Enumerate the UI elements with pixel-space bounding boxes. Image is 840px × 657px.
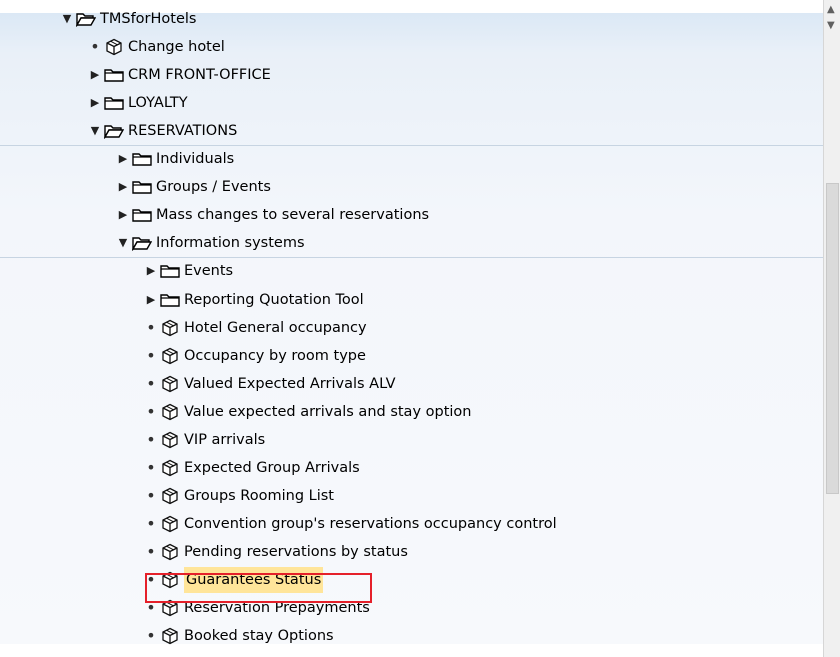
cube-icon xyxy=(160,487,180,505)
bullet-icon: • xyxy=(146,457,156,477)
bullet-icon: • xyxy=(146,485,156,505)
folder-icon xyxy=(160,291,180,309)
bullet-icon: • xyxy=(146,541,156,561)
tree-node-groups-events[interactable]: ▶ Groups / Events xyxy=(116,174,271,200)
tree-node-label: Groups / Events xyxy=(156,179,271,196)
tree-node-convention-group-s-reservations-occupancy-control[interactable]: • Convention group's reservations occupan… xyxy=(144,511,557,537)
tree-node-label: Reporting Quotation Tool xyxy=(184,291,364,308)
caret-down-icon[interactable]: ▼ xyxy=(60,6,74,32)
caret-right-icon[interactable]: ▶ xyxy=(88,62,102,88)
tree-node-label: Change hotel xyxy=(128,39,225,56)
cube-icon xyxy=(160,403,180,421)
cube-icon xyxy=(160,515,180,533)
bullet-icon: • xyxy=(146,345,156,365)
folder-open-icon xyxy=(132,234,152,252)
tree-node-hotel-general-occupancy[interactable]: • Hotel General occupancy xyxy=(144,315,367,341)
scroll-down-arrow-icon[interactable]: ▼ xyxy=(827,20,835,31)
tree-node-label: Valued Expected Arrivals ALV xyxy=(184,375,396,392)
tree-node-label: Occupancy by room type xyxy=(184,347,366,364)
tree-node-loyalty[interactable]: ▶ LOYALTY xyxy=(88,90,188,116)
tree-node-label: TMSforHotels xyxy=(100,11,197,27)
folder-icon xyxy=(132,206,152,224)
tree-node-label: Convention group's reservations occupanc… xyxy=(184,515,557,532)
tree-node-label: Events xyxy=(184,263,234,280)
cube-icon xyxy=(160,543,180,561)
bullet-icon: • xyxy=(146,429,156,449)
cube-icon xyxy=(160,627,180,645)
cube-icon xyxy=(160,431,180,449)
tree-node-groups-rooming-list[interactable]: • Groups Rooming List xyxy=(144,483,334,509)
tree-node-expected-group-arrivals[interactable]: • Expected Group Arrivals xyxy=(144,455,360,481)
tree-node-reporting-quotation-tool[interactable]: ▶ Reporting Quotation Tool xyxy=(144,287,364,313)
folder-icon xyxy=(104,94,124,112)
caret-right-icon[interactable]: ▶ xyxy=(144,258,158,284)
tree-node-reservations[interactable]: ▼ RESERVATIONS xyxy=(88,118,237,144)
tree-node-label: CRM FRONT-OFFICE xyxy=(128,67,271,84)
tree-node-label: RESERVATIONS xyxy=(128,123,238,140)
tree-node-label: Value expected arrivals and stay option xyxy=(184,403,472,420)
folder-icon xyxy=(132,178,152,196)
cube-icon xyxy=(160,319,180,337)
cube-icon xyxy=(160,459,180,477)
cube-icon xyxy=(104,38,124,56)
folder-icon xyxy=(160,262,180,280)
tree-node-crm-front-office[interactable]: ▶ CRM FRONT-OFFICE xyxy=(88,62,271,88)
scrollbar-thumb[interactable] xyxy=(826,183,839,494)
tree-node-vip-arrivals[interactable]: • VIP arrivals xyxy=(144,427,265,453)
tree-node-pending-reservations-by-status[interactable]: • Pending reservations by status xyxy=(144,539,408,565)
tree-node-value-expected-arrivals-and-stay-option[interactable]: • Value expected arrivals and stay option xyxy=(144,399,472,425)
tree-node-occupancy-by-room-type[interactable]: • Occupancy by room type xyxy=(144,343,366,369)
tree-node-label: LOYALTY xyxy=(128,95,188,112)
highlight-box xyxy=(145,573,372,603)
scroll-up-arrow-icon[interactable]: ▲ xyxy=(827,4,835,15)
tree-node-tmsforhotels[interactable]: ▼ TMSforHotels xyxy=(60,6,196,32)
cube-icon xyxy=(160,375,180,393)
menu-tree: ▼ TMSforHotels • Change hotel ▶ CRM FRONT-OFF… xyxy=(0,0,823,657)
tree-node-mass-changes-to-several-reservations[interactable]: ▶ Mass changes to several reservations xyxy=(116,202,429,228)
tree-node-valued-expected-arrivals-alv[interactable]: • Valued Expected Arrivals ALV xyxy=(144,371,396,397)
bullet-icon: • xyxy=(146,401,156,421)
caret-right-icon[interactable]: ▶ xyxy=(88,90,102,116)
bullet-icon: • xyxy=(146,373,156,393)
tree-node-booked-stay-options[interactable]: • Booked stay Options xyxy=(144,623,334,649)
tree-node-label: Booked stay Options xyxy=(184,628,334,645)
tree-node-label: Mass changes to several reservations xyxy=(156,207,430,224)
caret-right-icon[interactable]: ▶ xyxy=(116,174,130,200)
tree-node-label: VIP arrivals xyxy=(184,431,266,448)
tree-node-label: Individuals xyxy=(156,151,235,168)
tree-node-individuals[interactable]: ▶ Individuals xyxy=(116,146,234,172)
tree-node-information-systems[interactable]: ▼ Information systems xyxy=(116,230,305,256)
bullet-icon: • xyxy=(146,626,156,646)
bullet-icon: • xyxy=(90,37,100,57)
tree-node-label: Information systems xyxy=(156,235,305,252)
tree-node-label: Groups Rooming List xyxy=(184,487,334,504)
bullet-icon: • xyxy=(146,317,156,337)
folder-open-icon xyxy=(104,122,124,140)
bullet-icon: • xyxy=(146,513,156,533)
cube-icon xyxy=(160,347,180,365)
caret-down-icon[interactable]: ▼ xyxy=(88,118,102,144)
folder-icon xyxy=(104,66,124,84)
caret-down-icon[interactable]: ▼ xyxy=(116,230,130,256)
group-divider xyxy=(0,257,823,258)
vertical-scrollbar[interactable]: ▲ ▼ xyxy=(823,0,840,657)
tree-node-change-hotel[interactable]: • Change hotel xyxy=(88,34,225,60)
tree-bottom-area xyxy=(0,644,823,657)
tree-node-label: Hotel General occupancy xyxy=(184,319,367,336)
caret-right-icon[interactable]: ▶ xyxy=(116,146,130,172)
caret-right-icon[interactable]: ▶ xyxy=(144,287,158,313)
tree-node-label: Pending reservations by status xyxy=(184,543,408,560)
caret-right-icon[interactable]: ▶ xyxy=(116,202,130,228)
folder-icon xyxy=(132,150,152,168)
folder-open-icon xyxy=(76,10,96,28)
tree-node-label: Expected Group Arrivals xyxy=(184,459,360,476)
tree-node-events[interactable]: ▶ Events xyxy=(144,258,233,284)
